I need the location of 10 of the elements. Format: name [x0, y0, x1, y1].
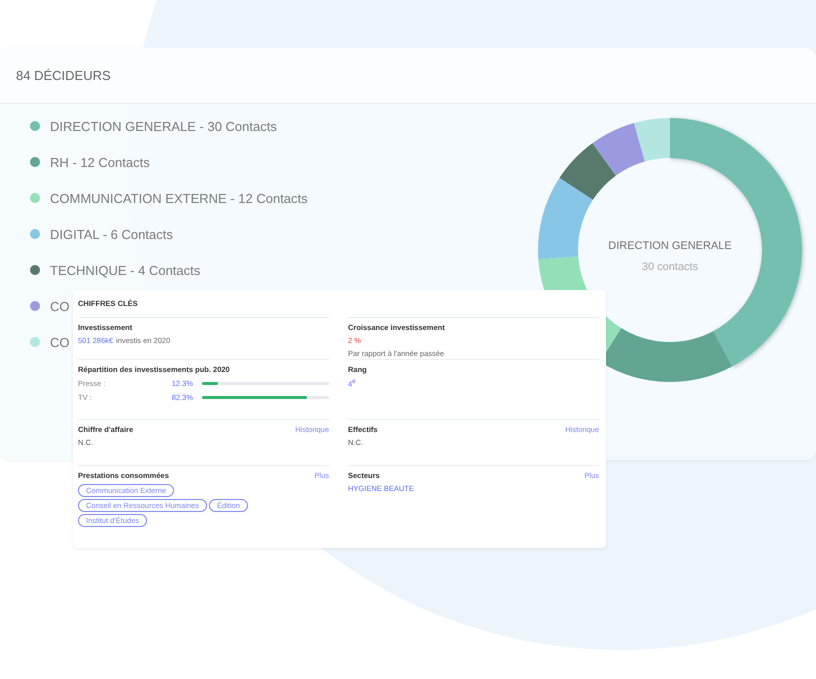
legend-label: DIRECTION GENERALE - 30 Contacts — [50, 118, 277, 134]
legend-label: COMMUNICATION EXTERNE - 12 Contacts — [50, 190, 308, 206]
panel-title: 84 DÉCIDEURS — [16, 68, 111, 83]
legend-label: TECHNIQUE - 4 Contacts — [50, 262, 200, 278]
legend-label: RH - 12 Contacts — [50, 154, 150, 170]
legend-label: CO — [50, 298, 70, 314]
legend-label: CO — [50, 334, 70, 350]
legend-label: DIGITAL - 6 Contacts — [50, 226, 173, 242]
donut-center-subtitle: 30 contacts — [640, 261, 700, 273]
donut-center-title: DIRECTION GENERALE — [607, 240, 733, 252]
